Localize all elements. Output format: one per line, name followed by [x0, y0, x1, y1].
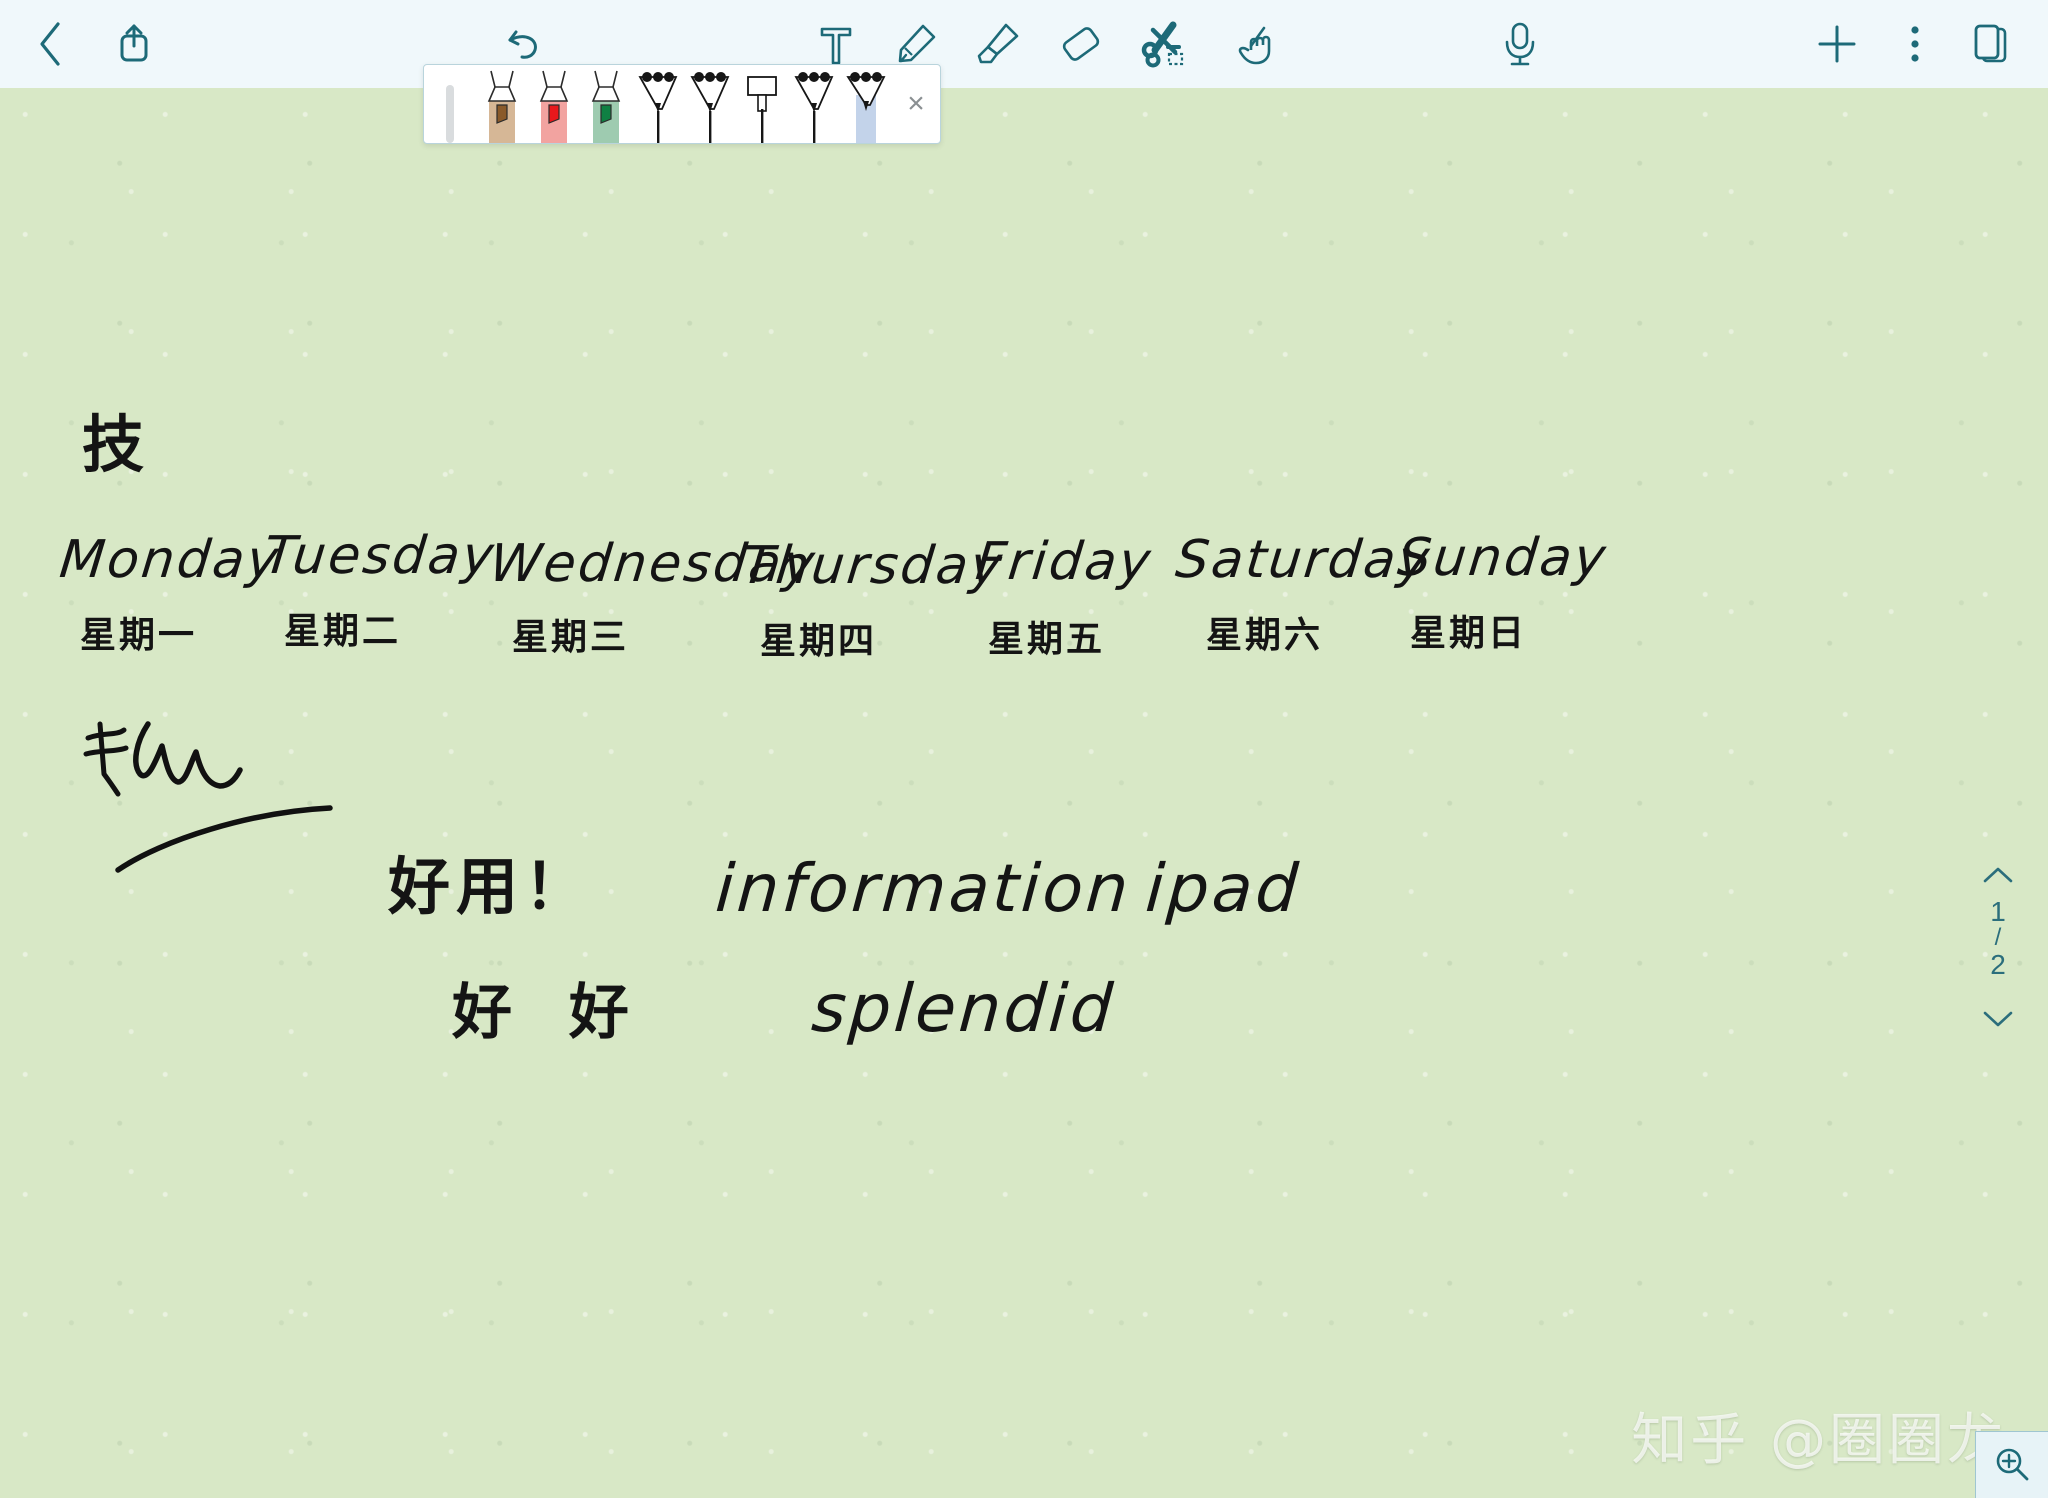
handwriting-note-ipad: ipad [1143, 850, 1304, 927]
handwriting-note-splendid: splendid [809, 970, 1118, 1047]
more-options-icon[interactable] [1908, 22, 1922, 66]
page-current-number: 1 [1990, 896, 2006, 927]
handwriting-title-char: 技 [82, 408, 145, 481]
pen-slot-marker-red[interactable] [528, 65, 580, 143]
weekday-cn-friday: 星期五 [988, 619, 1106, 660]
pen-slot-marker-tan[interactable] [476, 65, 528, 143]
watermark-text: 知乎 @圈圈龙 [1631, 1408, 2006, 1473]
page-separator: / [1994, 924, 2002, 952]
handwriting-note-haohao: 好 好 [452, 978, 647, 1048]
toolbar-left-group [36, 20, 546, 68]
weekday-en-friday: Friday [972, 532, 1156, 592]
pen-tool-icon[interactable] [893, 21, 939, 67]
weekday-cn-saturday: 星期六 [1206, 615, 1324, 656]
pen-slot-pencil-blue[interactable] [840, 65, 892, 143]
handwriting-note-haoyong: 好用！ [388, 850, 593, 923]
scissors-tool-icon[interactable] [1141, 20, 1193, 68]
highlighter-tool-icon[interactable] [975, 21, 1021, 67]
eraser-tool-icon[interactable] [1057, 21, 1105, 67]
pen-slot-eraser-stick[interactable] [424, 65, 476, 143]
back-chevron-icon[interactable] [36, 20, 66, 68]
share-icon[interactable] [114, 20, 154, 68]
note-canvas[interactable]: 技 Monday 星期一 Tuesday 星期二 Wednesday 星期三 T… [0, 88, 2048, 1498]
page-navigator: 1 / 2 [1970, 858, 2026, 1041]
close-pen-tray-button[interactable]: × [892, 65, 940, 143]
pen-slot-pencil-black-1[interactable] [632, 65, 684, 143]
handwriting-signature [70, 708, 390, 888]
weekday-cn-monday: 星期一 [80, 615, 198, 656]
pen-slot-marker-green[interactable] [580, 65, 632, 143]
page-down-chevron-icon[interactable] [1981, 980, 2015, 1041]
weekday-cn-sunday: 星期日 [1410, 613, 1528, 654]
weekday-en-thursday: Thursday [738, 536, 1007, 596]
undo-icon[interactable] [502, 22, 546, 66]
pages-panel-icon[interactable] [1970, 20, 2012, 68]
handwriting-note-information: information [713, 850, 1134, 927]
text-tool-icon[interactable] [815, 21, 857, 67]
pen-tray-popup[interactable]: × [423, 64, 941, 144]
page-up-chevron-icon[interactable] [1981, 858, 2015, 897]
weekday-cn-tuesday: 星期二 [284, 611, 402, 652]
hand-tool-icon[interactable] [1229, 20, 1277, 68]
weekday-cn-thursday: 星期四 [760, 621, 878, 662]
weekday-en-tuesday: Tuesday [260, 526, 499, 586]
weekday-en-sunday: Sunday [1394, 528, 1611, 588]
microphone-icon[interactable] [1500, 19, 1540, 69]
weekday-cn-wednesday: 星期三 [512, 617, 630, 658]
pen-slot-pencil-black-3[interactable] [788, 65, 840, 143]
add-page-icon[interactable] [1814, 21, 1860, 67]
pen-slot-pencil-black-2[interactable] [684, 65, 736, 143]
page-total-number: 2 [1990, 949, 2006, 981]
pen-slot-pencil-flat-white[interactable] [736, 65, 788, 143]
mic-button[interactable] [1500, 0, 1540, 88]
top-toolbar [0, 0, 2048, 88]
weekday-en-monday: Monday [56, 530, 284, 590]
undo-button[interactable] [502, 22, 546, 66]
note-app-window: × 技 Monday 星期一 Tuesday 星期二 Wednesday 星期三… [0, 0, 2048, 1498]
toolbar-right-group [1814, 0, 2012, 88]
zoom-in-button[interactable] [1975, 1431, 2048, 1498]
